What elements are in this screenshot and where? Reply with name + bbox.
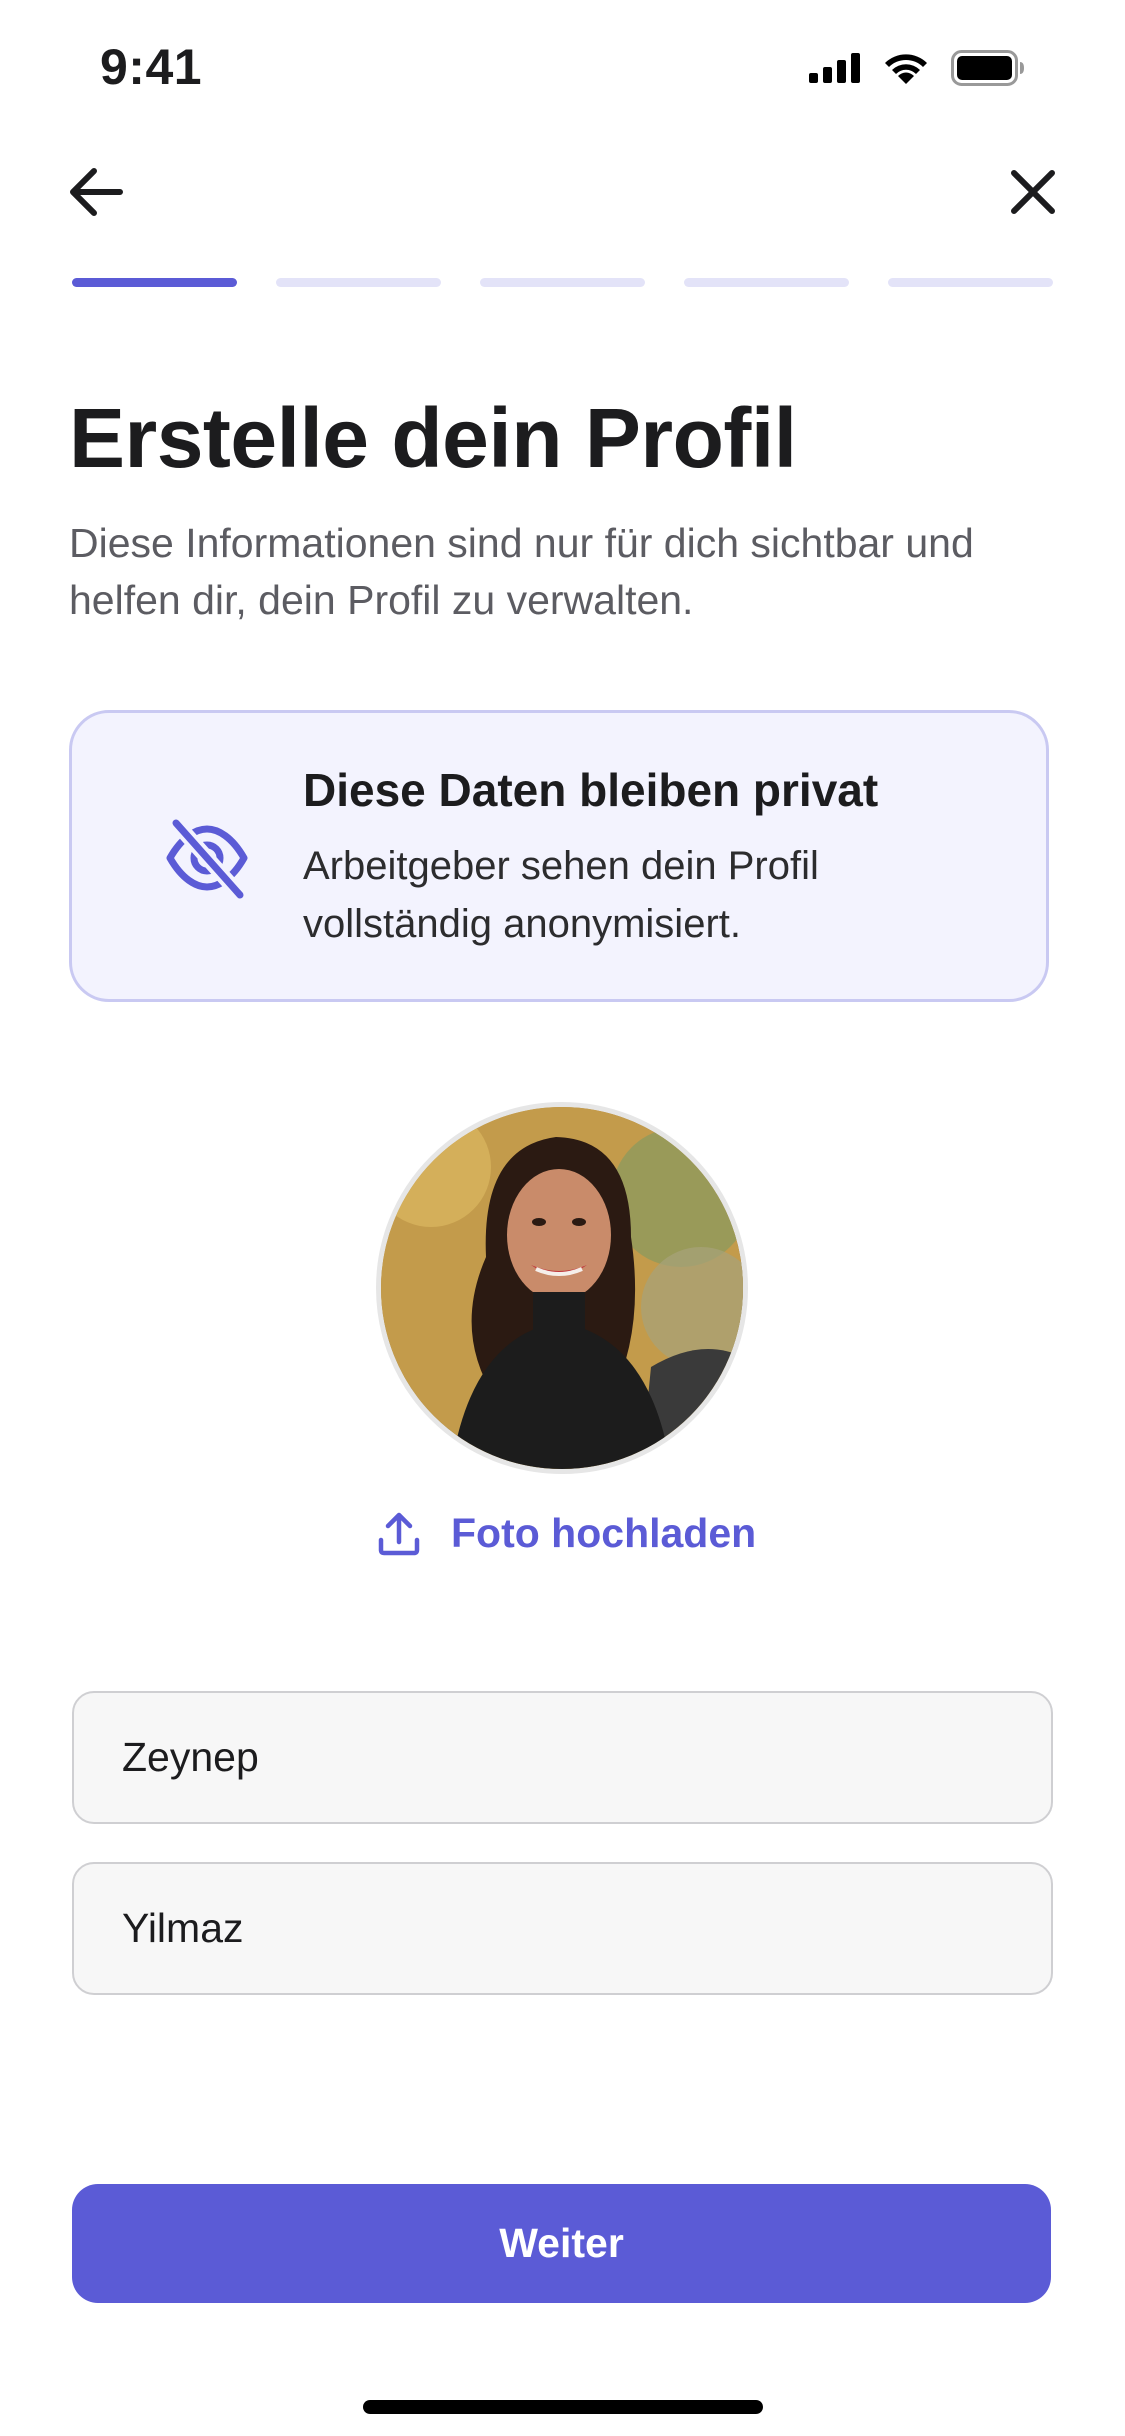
status-bar-time: 9:41 (100, 39, 203, 95)
profile-photo[interactable] (376, 1102, 748, 1474)
first-name-input[interactable] (74, 1693, 1051, 1822)
wifi-icon (885, 54, 927, 84)
close-button[interactable] (993, 152, 1073, 232)
progress-step-3 (480, 278, 645, 287)
last-name-input[interactable] (74, 1864, 1051, 1993)
upload-photo-label: Foto hochladen (451, 1510, 757, 1556)
progress-step-1 (72, 278, 237, 287)
home-indicator (363, 2400, 763, 2414)
first-name-field-container (72, 1691, 1053, 1824)
page-title: Erstelle dein Profil (69, 391, 797, 485)
privacy-notice-card: Diese Daten bleiben privat Arbeitgeber s… (69, 710, 1049, 1002)
progress-step-2 (276, 278, 441, 287)
page-subtitle: Diese Informationen sind nur für dich si… (69, 520, 974, 623)
cellular-signal-icon (809, 53, 860, 83)
close-icon (1011, 170, 1055, 214)
back-button[interactable] (56, 152, 136, 232)
progress-step-5 (888, 278, 1053, 287)
last-name-field-container (72, 1862, 1053, 1995)
upload-photo-button[interactable]: Foto hochladen (377, 1510, 756, 1557)
battery-icon (951, 50, 1024, 86)
progress-step-4 (684, 278, 849, 287)
upload-icon (378, 1512, 420, 1555)
eye-off-icon (166, 815, 248, 903)
privacy-description: Arbeitgeber sehen dein Profil vollständi… (303, 844, 819, 946)
status-bar-icons (809, 48, 1025, 88)
step-progress (72, 278, 1053, 288)
privacy-title: Diese Daten bleiben privat (303, 764, 879, 816)
profile-photo-image (381, 1107, 743, 1469)
arrow-left-icon (70, 168, 123, 216)
continue-button[interactable]: Weiter (72, 2184, 1051, 2303)
